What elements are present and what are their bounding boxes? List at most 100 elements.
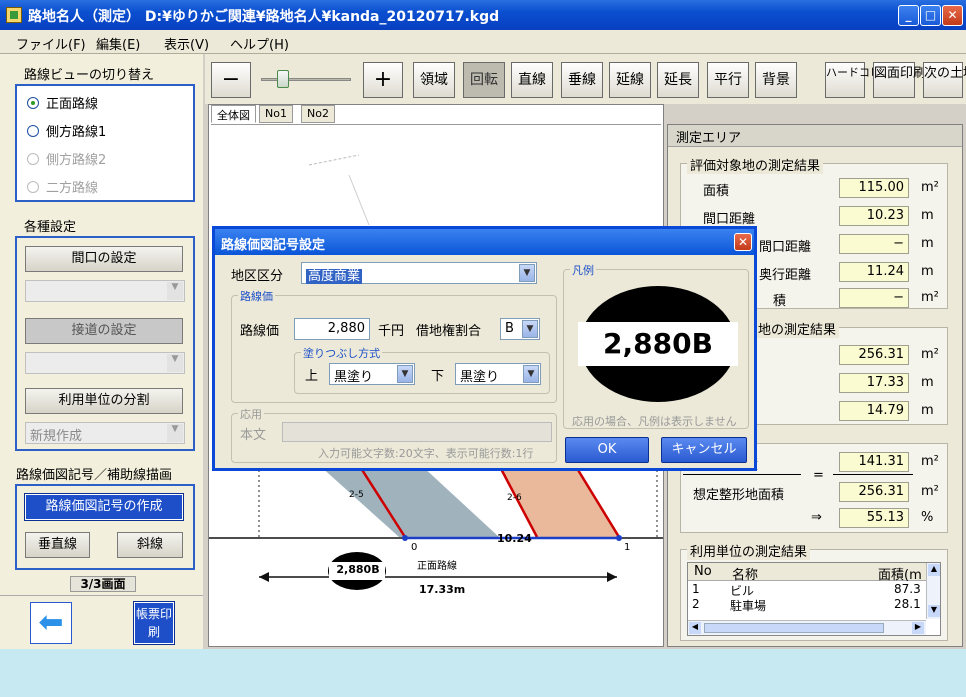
price-unit: 千円 <box>378 324 405 339</box>
equals-sign: = <box>813 468 824 483</box>
zoom-slider[interactable] <box>261 70 351 88</box>
chevron-down-icon: ▼ <box>519 264 535 282</box>
ok-button[interactable]: OK <box>565 437 649 463</box>
usage-result-group: 利用単位の測定結果 No 名称 面積(m 1 ビル 87.3 2 駐車場 28.… <box>680 541 948 641</box>
tool-rotate-button[interactable]: 回転 <box>463 62 505 98</box>
fill-fieldset: 塗りつぶし方式 上 黒塗り ▼ 下 黒塗り ▼ <box>294 345 550 394</box>
close-window-button[interactable]: ✕ <box>942 5 963 26</box>
frontage-combo[interactable]: ▼ <box>25 280 185 302</box>
radio-front-route[interactable]: 正面路線 <box>27 93 98 113</box>
menu-file[interactable]: ファイル(F) <box>16 34 86 53</box>
minimize-button[interactable]: _ <box>898 5 919 26</box>
ratio-bottom-unit: m² <box>921 484 939 499</box>
settings-box: 間口の設定 ▼ 接道の設定 ▼ 利用単位の分割 新規作成 ▼ <box>15 236 195 451</box>
tool-perpendicular-button[interactable]: 垂線 <box>561 62 603 98</box>
fill-bottom-select[interactable]: 黒塗り ▼ <box>455 363 541 385</box>
print-map-button[interactable]: 図面印刷 <box>873 62 926 98</box>
tab-no2[interactable]: No2 <box>301 105 335 123</box>
body-label: 本文 <box>240 428 267 443</box>
back-arrow-button[interactable]: ⬅ <box>30 602 72 644</box>
maximize-button[interactable]: □ <box>920 5 941 26</box>
road-combo[interactable]: ▼ <box>25 352 185 374</box>
scroll-down-icon[interactable]: ▼ <box>928 605 940 617</box>
legend-group-title: 凡例 <box>570 262 596 278</box>
tab-overview[interactable]: 全体図 <box>211 105 256 123</box>
menu-edit[interactable]: 編集(E) <box>96 34 140 53</box>
ledger-print-button[interactable]: 帳票印刷 <box>133 601 175 645</box>
usage-list[interactable]: No 名称 面積(m 1 ビル 87.3 2 駐車場 28.1 ▲ ▼ ◀ ▶ <box>687 562 941 636</box>
ratio-top-value: 141.31 <box>839 452 909 472</box>
unit-split-button[interactable]: 利用単位の分割 <box>25 388 183 414</box>
menu-bar: ファイル(F) 編集(E) 表示(V) ヘルプ(H) <box>0 30 966 54</box>
faint-line <box>308 154 360 166</box>
fraction-line <box>683 474 801 475</box>
area2-value: − <box>839 288 909 308</box>
frontage-setting-button[interactable]: 間口の設定 <box>25 246 183 272</box>
fraction-line-right <box>833 474 913 475</box>
horizontal-scrollbar[interactable]: ◀ ▶ <box>688 620 926 635</box>
frontage-distance-label: 10.24 <box>497 532 532 545</box>
oblique-line-button[interactable]: 斜線 <box>117 532 183 558</box>
depth-value: 11.24 <box>839 262 909 282</box>
tool-extend-button[interactable]: 延長 <box>657 62 699 98</box>
road-setting-button[interactable]: 接道の設定 <box>25 318 183 344</box>
app-icon <box>6 7 22 23</box>
vertical-line-button[interactable]: 垂直線 <box>25 532 90 558</box>
body-input[interactable] <box>282 422 552 442</box>
cancel-button[interactable]: キャンセル <box>661 437 747 463</box>
dialog-title: 路線価図記号設定 <box>215 229 754 255</box>
slider-thumb[interactable] <box>277 70 289 88</box>
create-symbol-button[interactable]: 路線価図記号の作成 <box>24 493 184 521</box>
scroll-right-icon[interactable]: ▶ <box>912 622 924 634</box>
tool-parallel-button[interactable]: 平行 <box>707 62 749 98</box>
apply-fieldset: 応用 本文 入力可能文字数:20文字、表示可能行数:1行 <box>231 406 557 463</box>
scroll-thumb[interactable] <box>704 623 884 633</box>
dialog-close-button[interactable]: ✕ <box>734 233 752 251</box>
tool-line-button[interactable]: 直線 <box>511 62 553 98</box>
point-1-label: 1 <box>624 542 631 553</box>
vertical-scrollbar[interactable]: ▲ ▼ <box>926 563 940 619</box>
zoom-in-button[interactable]: + <box>363 62 403 98</box>
lease-ratio-select[interactable]: B ▼ <box>500 318 540 340</box>
assumed-frontage-value: 17.33 <box>839 373 909 393</box>
legend-fieldset: 凡例 2,880B 応用の場合、凡例は表示しません <box>563 262 749 429</box>
hardcopy-button[interactable]: ハードコピー <box>825 62 892 98</box>
price-label: 路線価 <box>240 324 280 339</box>
frontage-label: 間口距離 <box>703 212 756 227</box>
tool-area-button[interactable]: 領域 <box>413 62 455 98</box>
tab-no1[interactable]: No1 <box>259 105 293 123</box>
table-row[interactable]: 2 駐車場 28.1 <box>688 597 926 613</box>
menu-view[interactable]: 表示(V) <box>164 34 209 53</box>
area-unit: m² <box>921 180 939 195</box>
tool-background-button[interactable]: 背景 <box>755 62 797 98</box>
col-no: No <box>694 564 712 579</box>
fill-group-title: 塗りつぶし方式 <box>301 345 383 361</box>
chevron-down-icon: ▼ <box>167 354 183 372</box>
district-label: 地区区分 <box>231 269 284 284</box>
front-route-label: 正面路線 <box>417 561 457 572</box>
next-land-button[interactable]: 次の土地 <box>923 62 966 98</box>
radio-two-way-route[interactable]: 二方路線 <box>27 177 98 197</box>
corrected-frontage-value: − <box>839 234 909 254</box>
menu-help[interactable]: ヘルプ(H) <box>230 34 289 53</box>
scroll-left-icon[interactable]: ◀ <box>689 622 701 634</box>
district-select[interactable]: 高度商業 ▼ <box>301 262 537 284</box>
apply-group-title: 応用 <box>238 406 264 422</box>
scroll-up-icon[interactable]: ▲ <box>928 564 940 576</box>
assumed-depth-unit: m <box>921 403 934 418</box>
table-row[interactable]: 1 ビル 87.3 <box>688 582 926 598</box>
fill-top-select[interactable]: 黒塗り ▼ <box>329 363 415 385</box>
new-create-combo[interactable]: 新規作成 ▼ <box>25 422 185 444</box>
radio-side-route-2[interactable]: 側方路線2 <box>27 149 106 169</box>
corrected-frontage-label: 間口距離 <box>759 240 812 255</box>
zoom-out-button[interactable]: − <box>211 62 251 98</box>
col-name: 名称 <box>732 568 759 583</box>
radio-side-route-1[interactable]: 側方路線1 <box>27 121 106 141</box>
price-input[interactable]: 2,880 <box>294 318 370 340</box>
price-group-title: 路線価 <box>238 288 275 304</box>
body-note: 入力可能文字数:20文字、表示可能行数:1行 <box>318 447 534 460</box>
depth-label: 奥行距離 <box>759 268 812 283</box>
tool-extend-line-button[interactable]: 延線 <box>609 62 651 98</box>
line-2-6-label: 2-6 <box>507 493 522 503</box>
ratio-value: 55.13 <box>839 508 909 528</box>
